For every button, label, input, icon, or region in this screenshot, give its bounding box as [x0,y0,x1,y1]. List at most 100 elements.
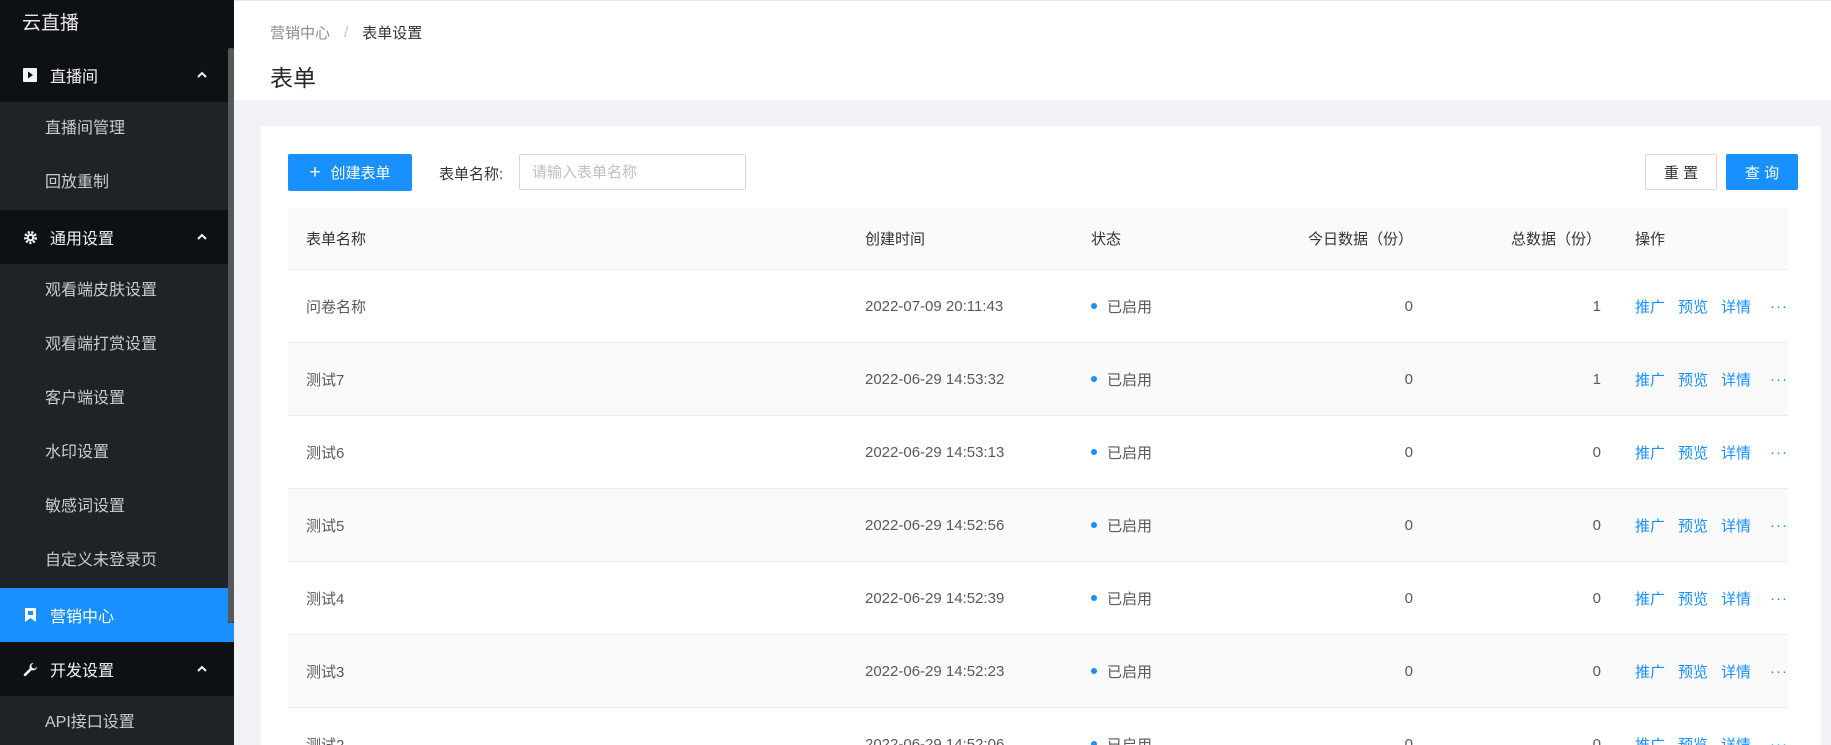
cell-form-name: 测试6 [306,444,345,462]
details-link[interactable]: 详情 [1721,734,1751,745]
form-list-card: + 创建表单 表单名称: 重 置 查 询 表单名称 创建时间 状态 今日数据（份… [261,126,1821,745]
more-actions-icon[interactable]: ··· [1770,517,1788,534]
wrench-icon [22,661,38,677]
cell-created-time: 2022-06-29 14:52:39 [865,589,1005,607]
more-actions-icon[interactable]: ··· [1770,736,1788,745]
details-link[interactable]: 详情 [1721,515,1751,536]
cell-created-time: 2022-06-29 14:52:23 [865,662,1005,680]
sidebar: 云直播 直播间 直播间管理 回放重制 通用设置 观看端皮肤设置 观看端打赏设置 … [0,0,234,745]
cell-status: 已启用 [1091,369,1259,390]
create-form-button[interactable]: + 创建表单 [288,154,412,191]
sidebar-item-custom-login-page[interactable]: 自定义未登录页 [0,534,234,588]
sidebar-group-label: 开发设置 [50,663,115,680]
cell-operations: 推广 预览 详情 ··· [1601,369,1788,390]
cell-total-data: 0 [1592,516,1601,534]
details-link[interactable]: 详情 [1721,296,1751,317]
cell-total-data: 1 [1592,297,1601,315]
promote-link[interactable]: 推广 [1635,515,1665,536]
promote-link[interactable]: 推广 [1635,588,1665,609]
details-link[interactable]: 详情 [1721,588,1751,609]
cell-today-data: 0 [1404,735,1413,745]
status-text: 已启用 [1107,736,1153,745]
preview-link[interactable]: 预览 [1678,588,1708,609]
preview-link[interactable]: 预览 [1678,369,1708,390]
more-actions-icon[interactable]: ··· [1770,663,1788,680]
sidebar-item-sensitive-words[interactable]: 敏感词设置 [0,480,234,534]
cell-total-data: 1 [1592,370,1601,388]
promote-link[interactable]: 推广 [1635,442,1665,463]
query-button[interactable]: 查 询 [1726,154,1798,190]
preview-link[interactable]: 预览 [1678,734,1708,745]
cell-created-time: 2022-06-29 14:53:32 [865,370,1005,388]
chevron-up-icon [197,71,207,78]
cell-operations: 推广 预览 详情 ··· [1601,661,1788,682]
sidebar-group-live-room[interactable]: 直播间 [0,48,234,102]
reset-button[interactable]: 重 置 [1645,154,1717,190]
cell-form-name: 测试3 [306,663,345,681]
column-header-total-data: 总数据（份） [1510,231,1601,248]
cell-status: 已启用 [1091,734,1259,745]
breadcrumb-separator: / [344,24,349,41]
cell-status: 已启用 [1091,661,1259,682]
cell-operations: 推广 预览 详情 ··· [1601,515,1788,536]
form-table: 表单名称 创建时间 状态 今日数据（份） 总数据（份） 操作 问卷名称 2022… [288,208,1788,745]
breadcrumb-parent[interactable]: 营销中心 [270,22,330,43]
breadcrumb: 营销中心 / 表单设置 [270,1,1831,43]
promote-link[interactable]: 推广 [1635,734,1665,745]
status-text: 已启用 [1107,517,1153,535]
preview-link[interactable]: 预览 [1678,442,1708,463]
promote-link[interactable]: 推广 [1635,369,1665,390]
form-name-search-input[interactable] [519,154,746,190]
cell-total-data: 0 [1592,443,1601,461]
details-link[interactable]: 详情 [1721,442,1751,463]
app-root: 云直播 直播间 直播间管理 回放重制 通用设置 观看端皮肤设置 观看端打赏设置 … [0,0,1831,745]
cell-operations: 推广 预览 详情 ··· [1601,588,1788,609]
status-dot [1091,668,1097,674]
cell-status: 已启用 [1091,442,1259,463]
column-header-today-data: 今日数据（份） [1307,231,1413,248]
sidebar-item-viewer-skin[interactable]: 观看端皮肤设置 [0,264,234,318]
details-link[interactable]: 详情 [1721,369,1751,390]
promote-link[interactable]: 推广 [1635,296,1665,317]
status-text: 已启用 [1107,444,1153,462]
sidebar-item-viewer-reward[interactable]: 观看端打赏设置 [0,318,234,372]
sidebar-group-general-settings[interactable]: 通用设置 [0,210,234,264]
more-actions-icon[interactable]: ··· [1770,371,1788,388]
status-dot [1091,303,1097,309]
preview-link[interactable]: 预览 [1678,661,1708,682]
sidebar-item-live-room-management[interactable]: 直播间管理 [0,102,234,156]
column-header-operations: 操作 [1635,231,1666,248]
sidebar-item-api-settings[interactable]: API接口设置 [0,696,234,745]
chevron-up-icon [197,233,207,240]
column-header-created-time: 创建时间 [865,231,926,248]
table-row: 测试5 2022-06-29 14:52:56 已启用 0 0 推广 预览 详情… [288,489,1788,562]
status-text: 已启用 [1107,298,1153,316]
cell-status: 已启用 [1091,296,1259,317]
promote-link[interactable]: 推广 [1635,661,1665,682]
details-link[interactable]: 详情 [1721,661,1751,682]
sidebar-item-client-settings[interactable]: 客户端设置 [0,372,234,426]
cell-total-data: 0 [1592,735,1601,745]
preview-link[interactable]: 预览 [1678,515,1708,536]
sidebar-group-dev-settings[interactable]: 开发设置 [0,642,234,696]
more-actions-icon[interactable]: ··· [1770,444,1788,461]
column-header-name: 表单名称 [306,231,367,248]
cell-status: 已启用 [1091,588,1259,609]
page-title: 表单 [270,65,316,91]
cell-total-data: 0 [1592,589,1601,607]
preview-link[interactable]: 预览 [1678,296,1708,317]
more-actions-icon[interactable]: ··· [1770,590,1788,607]
cell-form-name: 测试4 [306,590,345,608]
cell-form-name: 测试5 [306,517,345,535]
sidebar-group-marketing-center[interactable]: 营销中心 [0,588,234,642]
sidebar-group-label: 营销中心 [50,609,115,626]
page-header: 营销中心 / 表单设置 表单 [234,0,1831,100]
more-actions-icon[interactable]: ··· [1770,298,1788,315]
cell-created-time: 2022-06-29 14:52:56 [865,516,1005,534]
create-form-label: 创建表单 [330,165,391,182]
brand-title: 云直播 [0,0,234,48]
table-row: 问卷名称 2022-07-09 20:11:43 已启用 0 1 推广 预览 详… [288,270,1788,343]
status-dot [1091,741,1097,745]
sidebar-item-replay-remake[interactable]: 回放重制 [0,156,234,210]
sidebar-item-watermark[interactable]: 水印设置 [0,426,234,480]
